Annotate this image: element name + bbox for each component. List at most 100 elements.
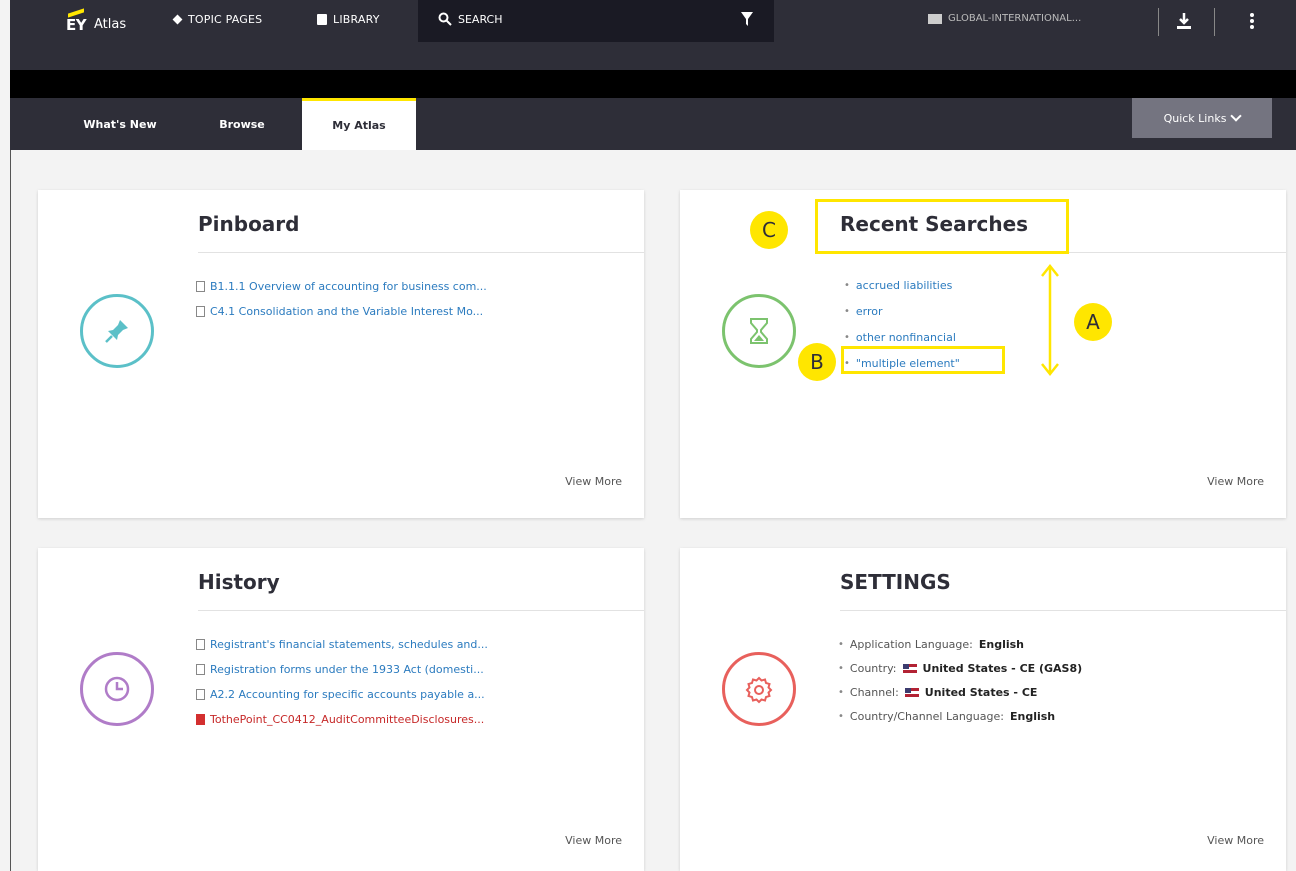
us-flag-icon (902, 663, 917, 673)
history-card: History Registrant's financial statement… (38, 548, 644, 871)
annotation-badge-c: C (750, 211, 788, 249)
top-bar: EY Atlas TOPIC PAGES LIBRARY SEARCH GLOB… (10, 0, 1296, 70)
setting-application-language: • Application Language: English (838, 632, 1082, 656)
list-item[interactable]: B1.1.1 Overview of accounting for busine… (196, 274, 487, 299)
document-icon (196, 306, 205, 317)
settings-title: SETTINGS (840, 570, 951, 594)
list-item-label: accrued liabilities (855, 278, 953, 292)
list-item-label: TothePoint_CC0412_AuditCommitteeDisclosu… (210, 713, 485, 726)
region-flag-icon (928, 13, 942, 24)
pinboard-list: B1.1.1 Overview of accounting for busine… (196, 274, 487, 324)
pdf-icon (196, 714, 205, 725)
nav-topic-pages-label: TOPIC PAGES (188, 13, 263, 26)
list-item[interactable]: • accrued liabilities (844, 272, 960, 298)
history-list: Registrant's financial statements, sched… (196, 632, 488, 732)
document-icon (196, 689, 205, 700)
setting-value: English (1009, 709, 1056, 723)
list-item-label: Registrant's financial statements, sched… (210, 638, 488, 651)
gear-icon (722, 652, 796, 726)
pin-icon (80, 294, 154, 368)
history-title: History (198, 570, 280, 594)
history-view-more-link[interactable]: View More (565, 834, 622, 847)
setting-value: English (978, 637, 1024, 651)
logo-ey: EY (66, 16, 87, 34)
list-item[interactable]: Registrant's financial statements, sched… (196, 632, 488, 657)
header-band (10, 70, 1296, 98)
hourglass-icon (722, 294, 796, 368)
bullet: • (844, 331, 850, 343)
setting-channel: • Channel: United States - CE (838, 680, 1082, 704)
tab-bar: What's New Browse My Atlas Quick Links (10, 98, 1296, 150)
list-item-label: other nonfinancial (855, 330, 956, 344)
region-selector[interactable]: GLOBAL-INTERNATIONAL... (928, 13, 1081, 24)
search-label: SEARCH (458, 13, 503, 26)
document-icon (196, 664, 205, 675)
list-item[interactable]: Registration forms under the 1933 Act (d… (196, 657, 488, 682)
diamond-icon (172, 14, 183, 25)
list-item[interactable]: A2.2 Accounting for specific accounts pa… (196, 682, 488, 707)
setting-label: Country/Channel Language: (849, 709, 1004, 723)
setting-label: Channel: (849, 685, 899, 699)
quick-links-button[interactable]: Quick Links (1132, 98, 1272, 138)
annotation-badge-a: A (1074, 303, 1112, 341)
chevron-down-icon (1230, 110, 1243, 122)
bullet: • (838, 638, 844, 650)
card-divider (840, 610, 1286, 611)
annotation-highlight-title (815, 199, 1069, 254)
list-item-label: C4.1 Consolidation and the Variable Inte… (210, 305, 484, 318)
more-menu-icon[interactable] (1249, 12, 1255, 30)
bullet: • (838, 686, 844, 698)
bullet: • (844, 279, 850, 291)
bullet: • (838, 662, 844, 674)
list-item[interactable]: C4.1 Consolidation and the Variable Inte… (196, 299, 487, 324)
nav-topic-pages[interactable]: TOPIC PAGES (172, 13, 263, 26)
list-item-label: B1.1.1 Overview of accounting for busine… (210, 280, 487, 293)
setting-value: United States - CE (GAS8) (922, 661, 1083, 675)
recent-searches-view-more-link[interactable]: View More (1207, 475, 1264, 488)
quick-links-label: Quick Links (1163, 111, 1227, 125)
divider (1214, 8, 1215, 36)
setting-label: Application Language: (849, 637, 973, 651)
annotation-highlight-search-item (841, 346, 1005, 374)
window-edge (10, 150, 11, 871)
book-icon (317, 14, 327, 25)
tab-my-atlas[interactable]: My Atlas (302, 98, 416, 150)
us-flag-icon (904, 687, 919, 697)
filter-icon[interactable] (740, 11, 754, 27)
bullet: • (844, 305, 850, 317)
list-item[interactable]: • error (844, 298, 960, 324)
bullet: • (838, 710, 844, 722)
pinboard-title: Pinboard (198, 212, 300, 236)
search-input[interactable]: SEARCH (418, 0, 774, 42)
list-item-label: A2.2 Accounting for specific accounts pa… (210, 688, 485, 701)
card-divider (198, 252, 644, 253)
annotation-badge-b: B (798, 343, 836, 381)
nav-library[interactable]: LIBRARY (317, 13, 380, 26)
list-item-label: error (855, 304, 883, 318)
settings-card: SETTINGS • Application Language: English… (680, 548, 1286, 871)
list-item[interactable]: TothePoint_CC0412_AuditCommitteeDisclosu… (196, 707, 488, 732)
document-icon (196, 639, 205, 650)
tab-browse[interactable]: Browse (196, 98, 288, 150)
list-item-label: Registration forms under the 1933 Act (d… (210, 663, 484, 676)
clock-icon (80, 652, 154, 726)
pinboard-view-more-link[interactable]: View More (565, 475, 622, 488)
setting-channel-language: • Country/Channel Language: English (838, 704, 1082, 728)
document-icon (196, 281, 205, 292)
logo-atlas: Atlas (94, 17, 127, 32)
setting-label: Country: (849, 661, 897, 675)
ey-atlas-logo[interactable]: EY Atlas (66, 8, 156, 36)
nav-library-label: LIBRARY (333, 13, 380, 26)
setting-value: United States - CE (924, 685, 1038, 699)
settings-view-more-link[interactable]: View More (1207, 834, 1264, 847)
setting-country: • Country: United States - CE (GAS8) (838, 656, 1082, 680)
search-icon (438, 12, 452, 26)
pinboard-card: Pinboard B1.1.1 Overview of accounting f… (38, 190, 644, 518)
tab-whats-new[interactable]: What's New (60, 98, 180, 150)
divider (1158, 8, 1159, 36)
annotation-double-arrow-icon (1041, 263, 1059, 377)
card-divider (198, 610, 644, 611)
download-icon[interactable] (1176, 12, 1192, 30)
settings-list: • Application Language: English • Countr… (838, 632, 1082, 728)
region-label: GLOBAL-INTERNATIONAL... (948, 13, 1082, 24)
